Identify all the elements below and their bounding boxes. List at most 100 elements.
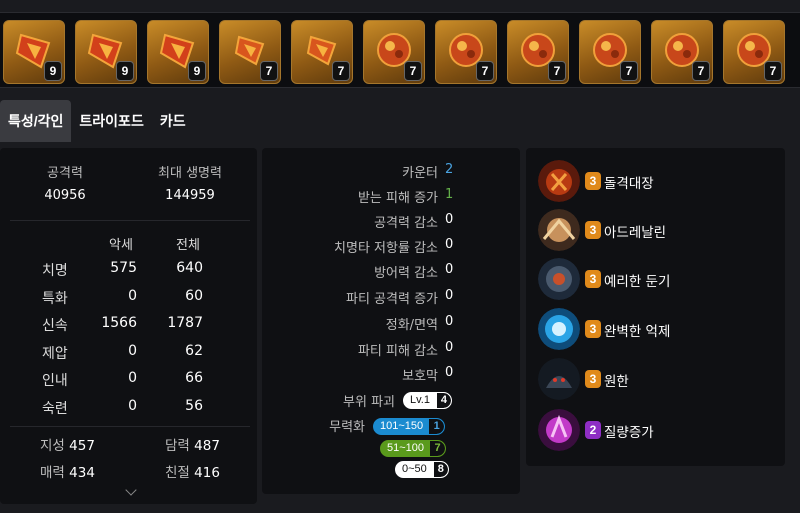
basic-stat-value: 487 [194, 438, 220, 454]
stats-panel: 공격력 40956 최대 생명력 144959 악세 전체 치명 575 640… [0, 148, 257, 504]
attack-label: 공격력 [47, 166, 83, 181]
stat-row: 치명 575 640 [0, 260, 257, 280]
gem-slot[interactable]: 9 [147, 20, 209, 84]
gem-level: 7 [404, 61, 422, 81]
part-break-count: 4 [435, 393, 451, 408]
effect-row: 방어력 감소 0 [262, 262, 520, 282]
gem-slot[interactable]: 7 [723, 20, 785, 84]
stat-total-value: 56 [185, 398, 203, 414]
stat-name: 제압 [42, 346, 68, 362]
engraving-name: 예리한 둔기 [604, 274, 671, 290]
attack-stat: 공격력 40956 [5, 162, 125, 203]
stat-total-value: 640 [176, 260, 203, 276]
engraving-item[interactable]: 3 원한 [538, 358, 773, 400]
effect-label: 정화/면역 [385, 318, 438, 333]
effects-panel: 카운터 2 받는 피해 증가 1 공격력 감소 0 치명타 저항률 감소 0 방… [262, 148, 520, 494]
gem-slot[interactable]: 9 [3, 20, 65, 84]
effect-value: 0 [445, 340, 454, 355]
attack-value: 40956 [44, 188, 86, 203]
stagger-range: 101~150 [380, 420, 424, 432]
stat-row: 숙련 0 56 [0, 398, 257, 418]
col-header-total: 전체 [176, 238, 200, 253]
effect-value: 0 [445, 288, 454, 303]
part-break-tier: Lv.1 [410, 394, 430, 406]
grudge-icon [538, 358, 580, 400]
gem-level: 7 [332, 61, 350, 81]
gem-slot[interactable]: 7 [651, 20, 713, 84]
col-header-accessory: 악세 [109, 238, 133, 253]
stagger-pill: 101~150 1 [373, 418, 446, 435]
part-break-row: 부위 파괴 [262, 391, 520, 411]
effect-label: 카운터 [402, 166, 438, 181]
tab-card[interactable]: 카드 [152, 100, 194, 142]
gem-level: 7 [548, 61, 566, 81]
gem-slot[interactable]: 7 [219, 20, 281, 84]
gem-slot[interactable]: 7 [363, 20, 425, 84]
effect-label: 파티 공격력 증가 [346, 292, 438, 307]
effect-value: 0 [445, 237, 454, 252]
part-break-pill: Lv.1 4 [403, 392, 452, 409]
stat-name: 신속 [42, 318, 68, 334]
engraving-item[interactable]: 3 예리한 둔기 [538, 258, 773, 300]
engraving-item[interactable]: 2 질량증가 [538, 409, 773, 451]
engraving-name: 완벽한 억제 [604, 324, 671, 340]
gem-slot[interactable]: 7 [435, 20, 497, 84]
effect-value: 0 [445, 365, 454, 380]
stat-row: 제압 0 62 [0, 343, 257, 363]
gem-level: 9 [188, 61, 206, 81]
effect-row: 파티 피해 감소 0 [262, 340, 520, 360]
effect-label: 치명타 저항률 감소 [334, 241, 438, 256]
basic-stat-name: 매력 [40, 465, 65, 481]
stat-accessory-value: 0 [128, 398, 137, 414]
gem-slot[interactable]: 9 [75, 20, 137, 84]
stat-accessory-value: 1566 [101, 315, 137, 331]
stat-total-value: 62 [185, 343, 203, 359]
hp-label: 최대 생명력 [158, 166, 222, 181]
gem-slot[interactable]: 7 [579, 20, 641, 84]
gem-level: 7 [692, 61, 710, 81]
effect-label: 방어력 감소 [374, 266, 438, 281]
effect-row: 파티 공격력 증가 0 [262, 288, 520, 308]
effect-label: 보호막 [402, 369, 438, 384]
gem-slot[interactable]: 7 [507, 20, 569, 84]
effect-value: 1 [445, 187, 454, 202]
engraving-level: 3 [585, 270, 601, 288]
gem-level: 7 [260, 61, 278, 81]
engraving-item[interactable]: 3 돌격대장 [538, 160, 773, 202]
effect-row: 받는 피해 증가 1 [262, 187, 520, 207]
basic-stat-name: 담력 [165, 438, 190, 454]
engraving-name: 질량증가 [604, 425, 654, 441]
chevron-down-icon[interactable] [125, 484, 137, 496]
stat-row: 특화 0 60 [0, 288, 257, 308]
basic-stat: 친절 416 [165, 461, 220, 481]
stat-accessory-value: 0 [128, 370, 137, 386]
stat-accessory-value: 0 [128, 343, 137, 359]
engraving-item[interactable]: 3 완벽한 억제 [538, 308, 773, 350]
stat-name: 치명 [42, 263, 68, 279]
stat-name: 인내 [42, 373, 68, 389]
stat-row: 신속 1566 1787 [0, 315, 257, 335]
effect-value: 0 [445, 262, 454, 277]
stagger-pill: 0~50 8 [395, 461, 449, 478]
stat-row: 인내 0 66 [0, 370, 257, 390]
stagger-label: 무력화 [329, 420, 365, 435]
effect-value: 0 [445, 314, 454, 329]
gem-slot[interactable]: 7 [291, 20, 353, 84]
engraving-name: 원한 [604, 374, 629, 390]
tab-engraving[interactable]: 특성/각인 [0, 100, 72, 142]
stagger-count: 1 [429, 419, 445, 434]
gem-level: 7 [476, 61, 494, 81]
stat-total-value: 60 [185, 288, 203, 304]
tab-tripod[interactable]: 트라이포드 [71, 100, 151, 142]
hp-value: 144959 [165, 188, 215, 203]
gem-level: 7 [620, 61, 638, 81]
stat-total-value: 66 [185, 370, 203, 386]
basic-stat-name: 지성 [40, 438, 65, 454]
effect-row: 치명타 저항률 감소 0 [262, 237, 520, 257]
engraving-level: 3 [585, 370, 601, 388]
engraving-item[interactable]: 3 아드레날린 [538, 209, 773, 251]
engraving-level: 3 [585, 221, 601, 239]
gem-level: 7 [764, 61, 782, 81]
stagger-pill: 51~100 7 [380, 440, 447, 457]
effect-row: 정화/면역 0 [262, 314, 520, 334]
